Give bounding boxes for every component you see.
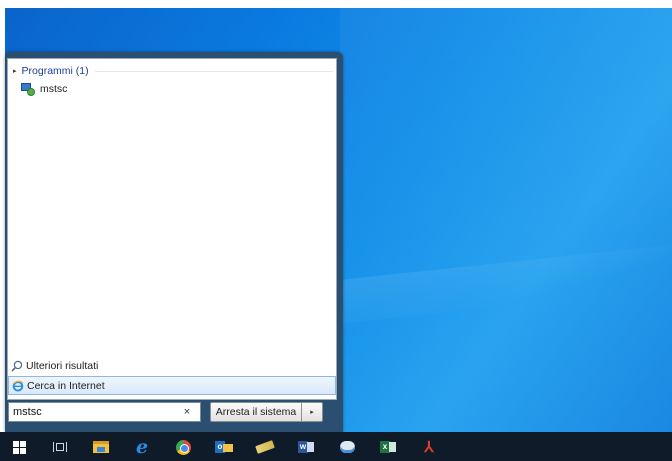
- start-button[interactable]: [8, 436, 30, 458]
- search-icon: [11, 360, 23, 372]
- internet-explorer-icon: [12, 380, 24, 392]
- search-box[interactable]: ×: [8, 402, 201, 422]
- excel-button[interactable]: x: [377, 436, 399, 458]
- acrobat-button[interactable]: ⅄: [418, 436, 440, 458]
- task-view-icon: [53, 441, 67, 453]
- start-menu: ▸ Programmi (1) mstsc Ulteriori risultat…: [5, 52, 343, 432]
- internet-explorer-icon: e: [135, 435, 149, 458]
- search-results-pane: ▸ Programmi (1) mstsc Ulteriori risultat…: [7, 58, 337, 400]
- outlook-icon: o: [215, 440, 233, 454]
- outlook-button[interactable]: o: [213, 436, 235, 458]
- chevron-right-icon: ▸: [310, 409, 314, 416]
- result-label: mstsc: [40, 83, 68, 95]
- word-icon: w: [298, 440, 314, 454]
- word-button[interactable]: w: [295, 436, 317, 458]
- shutdown-options-button[interactable]: ▸: [301, 402, 323, 422]
- top-edge: [0, 0, 672, 8]
- taskbar: e o w x ⅄: [0, 432, 672, 461]
- group-divider: [94, 70, 333, 72]
- shutdown-button[interactable]: Arresta il sistema: [210, 402, 302, 422]
- remote-desktop-icon: [20, 82, 36, 96]
- more-results-label: Ulteriori risultati: [26, 360, 99, 372]
- search-internet-label: Cerca in Internet: [27, 379, 105, 392]
- pencil-icon: [255, 440, 275, 454]
- excel-icon: x: [380, 440, 396, 454]
- acrobat-icon: ⅄: [424, 438, 434, 456]
- result-item-mstsc[interactable]: mstsc: [20, 81, 67, 97]
- folder-icon: [93, 441, 109, 453]
- search-internet-item[interactable]: Cerca in Internet: [8, 376, 336, 395]
- programs-group-label: Programmi (1): [21, 65, 89, 77]
- windows-logo-icon: [12, 440, 26, 454]
- programs-group-header[interactable]: ▸ Programmi (1): [13, 64, 333, 78]
- cloud-app-button[interactable]: [336, 436, 358, 458]
- clear-search-icon[interactable]: ×: [179, 406, 195, 418]
- file-explorer-button[interactable]: [90, 436, 112, 458]
- chrome-icon: [175, 439, 191, 455]
- task-view-button[interactable]: [49, 436, 71, 458]
- internet-explorer-button[interactable]: e: [131, 436, 153, 458]
- pencil-app-button[interactable]: [254, 436, 276, 458]
- expand-arrow-icon: ▸: [13, 68, 17, 75]
- cloud-icon: [339, 441, 355, 453]
- more-results-link[interactable]: Ulteriori risultati: [11, 358, 98, 374]
- chrome-button[interactable]: [172, 436, 194, 458]
- search-input[interactable]: [9, 406, 179, 418]
